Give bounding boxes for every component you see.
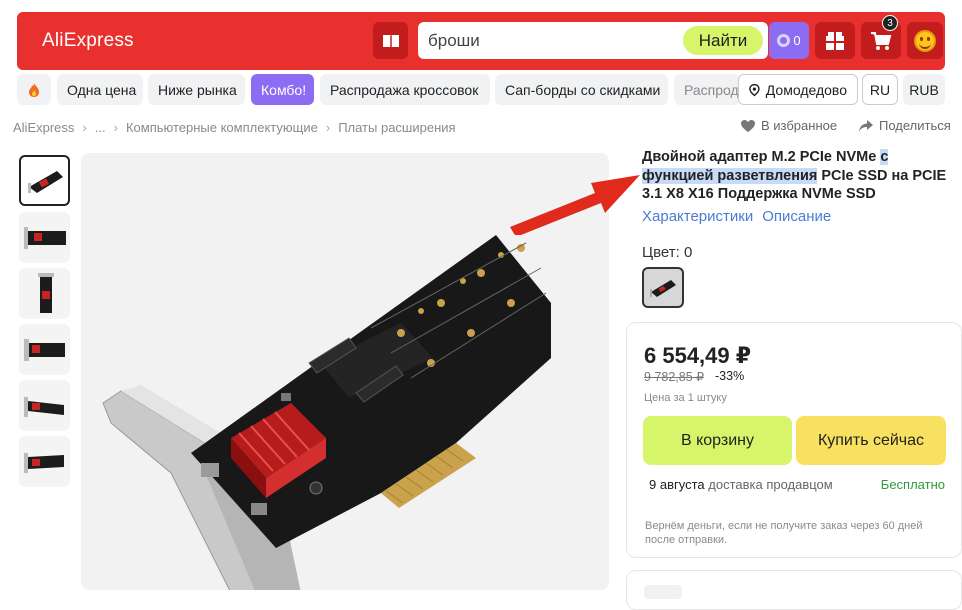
chevron-right-icon: › [325,120,331,135]
promo-chips: Одна цена Ниже рынка Комбо! Распродажа к… [17,74,945,106]
price-unit: Цена за 1 штуку [644,392,727,404]
share-button[interactable]: Поделиться [858,118,951,133]
red-arrow-annotation [510,175,640,235]
secondary-card [626,570,962,610]
share-icon [859,119,873,132]
placeholder-block [644,585,682,599]
catalog-button[interactable] [373,22,408,59]
smile-avatar-icon [914,29,936,52]
product-thumbnail[interactable] [19,155,70,206]
discount-badge: -33% [715,369,745,383]
delivery-method: доставка продавцом [708,477,833,492]
orders-button[interactable] [815,22,855,59]
flame-icon [29,82,39,97]
chip-hot[interactable] [17,74,51,105]
product-links: Характеристики Описание [642,208,831,225]
heart-icon [741,119,755,132]
book-icon [382,34,399,48]
buy-now-button[interactable]: Купить сейчас [796,416,946,465]
pcie-card-thumbnail-icon [23,452,64,473]
pcie-card-thumbnail-icon [27,170,63,193]
breadcrumb-item[interactable]: Платы расширения [338,120,455,135]
pcie-card-thumbnail-icon [23,338,65,361]
product-thumbnail[interactable] [19,212,70,263]
price-card: 6 554,49 ₽ 9 782,85 ₽ -33% Цена за 1 шту… [626,322,962,558]
favorite-label: В избранное [761,118,838,133]
cart-icon [871,31,892,50]
coins-button[interactable]: 0 [769,22,809,59]
delivery-date: 9 августа [649,477,705,492]
delivery-price: Бесплатно [880,477,945,492]
chip-below-market[interactable]: Ниже рынка [148,74,245,105]
location-pin-icon [749,83,760,96]
product-title: Двойной адаптер M.2 PCIe NVMe с функцией… [642,148,952,204]
pcie-card-thumbnail-icon [23,226,66,249]
chevron-right-icon: › [82,120,87,135]
language-selector[interactable]: RU [862,74,898,105]
breadcrumb-item[interactable]: Компьютерные комплектующие [126,120,318,135]
chip-one-price[interactable]: Одна цена [57,74,143,105]
current-price: 6 554,49 ₽ [644,343,752,368]
description-link[interactable]: Описание [762,208,831,225]
title-text: Двойной адаптер M.2 PCIe NVMe [642,149,881,165]
location-selector[interactable]: Домодедово [738,74,858,105]
chip-sale-truncated[interactable]: Распрод [674,74,740,105]
breadcrumb-item[interactable]: AliExpress [13,120,74,135]
pcie-card-thumbnail-icon [23,396,64,417]
chip-sup-boards[interactable]: Сап-борды со скидками [495,74,668,105]
pcie-card-thumbnail-icon [37,272,54,313]
product-thumbnail[interactable] [19,268,70,319]
specs-link[interactable]: Характеристики [642,208,753,225]
top-header: AliExpress Найти 0 3 [17,12,945,70]
product-thumbnail[interactable] [19,380,70,431]
chip-combo[interactable]: Комбо! [251,74,314,105]
search-input[interactable] [428,30,678,52]
refund-note: Вернём деньги, если не получите заказ че… [645,520,923,546]
coin-icon [777,34,791,47]
color-option[interactable] [642,267,684,308]
coins-count: 0 [793,33,801,48]
share-label: Поделиться [879,118,951,133]
breadcrumb-item[interactable]: ... [95,120,106,135]
old-price: 9 782,85 ₽ [644,370,705,384]
pcie-card-swatch-icon [650,279,676,297]
profile-button[interactable] [907,22,943,59]
color-label: Цвет: 0 [642,244,693,261]
box-icon [826,31,844,50]
add-to-cart-button[interactable]: В корзину [643,416,792,465]
aliexpress-logo[interactable]: AliExpress [42,30,134,52]
cart-button[interactable]: 3 [861,15,901,59]
breadcrumb: AliExpress › ... › Компьютерные комплект… [13,120,456,135]
search-button[interactable]: Найти [683,26,763,55]
chip-sneakers-sale[interactable]: Распродажа кроссовок [320,74,490,105]
delivery-info: 9 августа доставка продавцом [649,477,833,492]
favorite-button[interactable]: В избранное [740,118,837,133]
product-thumbnail[interactable] [19,324,70,375]
cart-badge: 3 [882,15,898,31]
product-thumbnail[interactable] [19,436,70,487]
search-box: Найти [418,22,768,59]
location-label: Домодедово [765,81,847,98]
currency-selector[interactable]: RUB [903,74,945,105]
chevron-right-icon: › [113,120,118,135]
